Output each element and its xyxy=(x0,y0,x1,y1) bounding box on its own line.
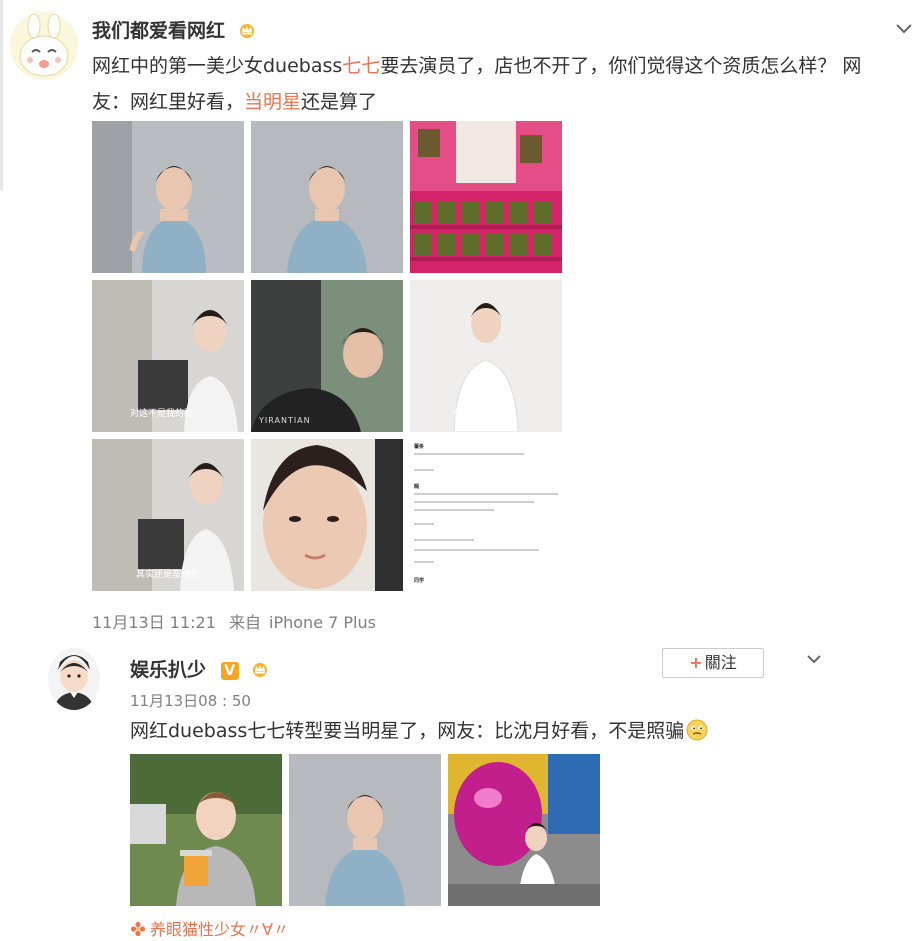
topic-link[interactable]: 七七 xyxy=(342,55,380,77)
image-grid: 对这不是我的脸 YIRANTIAN 你好 其实还是蛮帅的 薯条 糊 同学 xyxy=(92,121,562,591)
weibo-post-1: 我们都爱看网红 网红中的第一美少女duebass七七要去演员了，店也不开了，你们… xyxy=(0,0,918,640)
divider xyxy=(0,0,3,190)
source-prefix: 来自 xyxy=(229,613,262,632)
post-image[interactable] xyxy=(130,754,282,906)
username[interactable]: 我们都爱看网红 xyxy=(92,20,225,42)
plus-icon: + xyxy=(689,653,703,672)
emoji-icon xyxy=(686,719,708,741)
source-device[interactable]: iPhone 7 Plus xyxy=(269,613,376,632)
post-author[interactable]: 我们都爱看网红 xyxy=(92,16,256,43)
shirt-text: YIRANTIAN xyxy=(259,416,311,425)
video-caption: 你好 xyxy=(454,409,470,418)
chevron-down-icon[interactable] xyxy=(806,650,822,664)
flower-icon xyxy=(130,921,146,937)
follow-label: 關注 xyxy=(704,653,737,672)
username[interactable]: 娱乐扒少 xyxy=(130,659,206,681)
topic-link[interactable]: 当明星 xyxy=(244,91,301,113)
post-text: 网红duebass七七转型要当明星了，网友：比沈月好看，不是照骗 xyxy=(130,716,708,746)
follow-button[interactable]: + 關注 xyxy=(662,648,764,678)
source-link[interactable]: 养眼猫性少女〃∀〃 xyxy=(130,916,289,940)
verified-badge-icon: V xyxy=(220,662,239,680)
post-image[interactable] xyxy=(251,439,403,591)
avatar[interactable] xyxy=(48,648,100,710)
post-date[interactable]: 11月13日08 : 50 xyxy=(130,690,251,711)
crown-icon xyxy=(238,21,256,38)
post-image[interactable] xyxy=(448,754,600,906)
avatar[interactable] xyxy=(10,12,78,80)
post-date[interactable]: 11月13日 11:21 xyxy=(92,613,216,632)
video-caption: 其实还是蛮帅的 xyxy=(136,570,200,580)
source-name[interactable]: 养眼猫性少女〃∀〃 xyxy=(150,920,289,939)
video-caption: 对这不是我的脸 xyxy=(130,409,194,419)
crown-icon xyxy=(251,660,269,677)
post-image[interactable] xyxy=(251,121,403,273)
post-image[interactable]: 你好 xyxy=(410,280,562,432)
comment-screenshot[interactable]: 薯条 糊 同学 xyxy=(410,439,562,591)
image-grid xyxy=(130,754,600,906)
chevron-down-icon[interactable] xyxy=(895,20,913,34)
post-author[interactable]: 娱乐扒少 V xyxy=(130,655,269,682)
post-image[interactable] xyxy=(410,121,562,273)
post-image[interactable] xyxy=(289,754,441,906)
post-text: 网红中的第一美少女duebass七七要去演员了，店也不开了，你们觉得这个资质怎么… xyxy=(92,55,862,113)
post-image[interactable]: 其实还是蛮帅的 xyxy=(92,439,244,591)
post-image[interactable]: YIRANTIAN xyxy=(251,280,403,432)
post-image[interactable] xyxy=(92,121,244,273)
post-meta: 11月13日 11:21 来自 iPhone 7 Plus xyxy=(92,609,384,633)
post-image[interactable]: 对这不是我的脸 xyxy=(92,280,244,432)
